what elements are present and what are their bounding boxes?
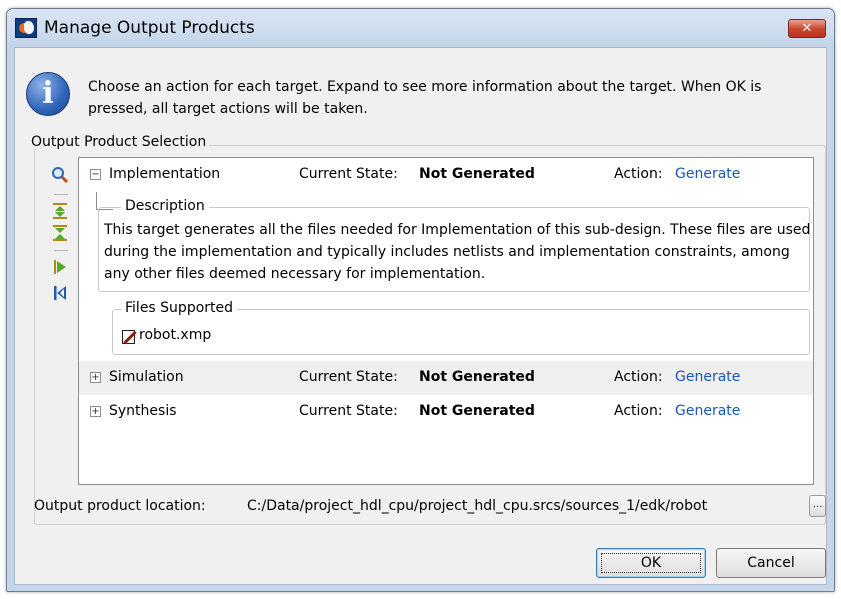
cancel-button[interactable]: Cancel — [716, 548, 826, 578]
title-bar[interactable]: Manage Output Products ✕ — [7, 9, 834, 47]
file-icon — [122, 330, 137, 345]
window-title: Manage Output Products — [44, 18, 255, 38]
toolbar-separator — [54, 194, 68, 195]
browse-button[interactable]: ... — [809, 495, 826, 517]
target-name: Simulation — [109, 369, 184, 385]
state-value: Not Generated — [419, 403, 535, 419]
info-icon: i — [26, 72, 70, 116]
expand-all-icon[interactable] — [48, 202, 72, 224]
target-name: Synthesis — [109, 403, 177, 419]
collapse-all-icon[interactable] — [48, 224, 72, 246]
action-label: Action: — [614, 369, 663, 385]
expand-toggle[interactable]: + — [90, 406, 101, 417]
location-label: Output product location: — [34, 498, 206, 514]
action-link[interactable]: Generate — [675, 369, 740, 385]
toolbar-separator — [54, 250, 68, 251]
tree-row-simulation[interactable]: + Simulation Current State: Not Generate… — [79, 361, 813, 395]
files-label: Files Supported — [121, 300, 238, 316]
app-icon — [15, 18, 37, 38]
state-value: Not Generated — [419, 369, 535, 385]
target-name: Implementation — [109, 166, 221, 182]
action-link[interactable]: Generate — [675, 166, 740, 182]
search-icon[interactable] — [48, 166, 72, 188]
focus-ring — [601, 553, 701, 573]
description-label: Description — [121, 198, 209, 214]
next-icon[interactable] — [48, 258, 72, 280]
tree-row-synthesis[interactable]: + Synthesis Current State: Not Generated… — [79, 395, 813, 429]
state-value: Not Generated — [419, 166, 535, 182]
intro-text: Choose an action for each target. Expand… — [88, 79, 762, 117]
close-button[interactable]: ✕ — [788, 19, 826, 38]
description-text: This target generates all the files need… — [104, 222, 811, 282]
location-value: C:/Data/project_hdl_cpu/project_hdl_cpu.… — [247, 498, 708, 514]
state-label: Current State: — [299, 403, 398, 419]
action-label: Action: — [614, 403, 663, 419]
file-name[interactable]: robot.xmp — [139, 327, 211, 343]
state-label: Current State: — [299, 166, 398, 182]
ok-button[interactable]: OK — [596, 548, 706, 578]
group-label: Output Product Selection — [28, 134, 210, 150]
action-link[interactable]: Generate — [675, 403, 740, 419]
collapse-toggle[interactable]: − — [90, 169, 101, 180]
state-label: Current State: — [299, 369, 398, 385]
action-label: Action: — [614, 166, 663, 182]
tree-row-implementation[interactable]: − Implementation Current State: Not Gene… — [79, 158, 813, 192]
first-icon[interactable] — [48, 284, 72, 306]
expand-toggle[interactable]: + — [90, 372, 101, 383]
